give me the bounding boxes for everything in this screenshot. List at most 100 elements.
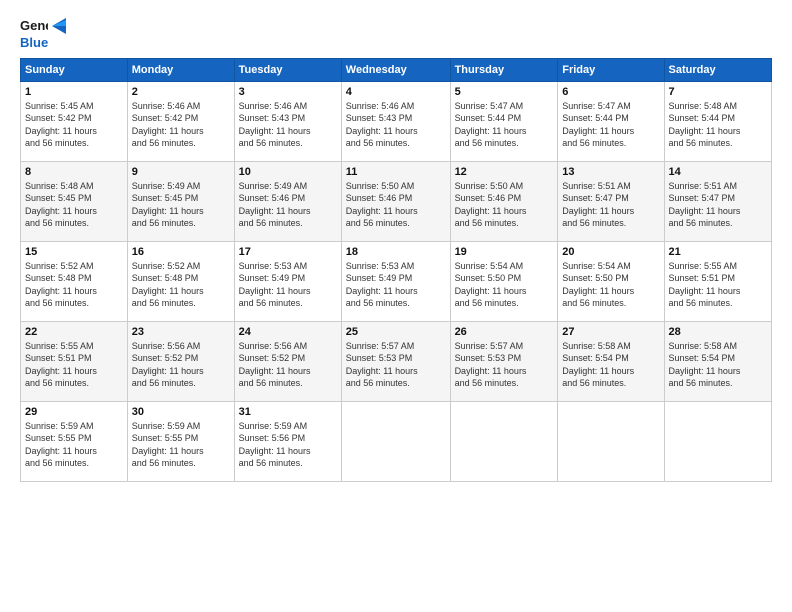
calendar-day-29: 29 Sunrise: 5:59 AM Sunset: 5:55 PM Dayli…: [21, 402, 128, 482]
calendar-day-3: 3Sunrise: 5:46 AM Sunset: 5:43 PM Daylig…: [234, 82, 341, 162]
logo-bird-icon: [50, 16, 66, 36]
empty-cell: [558, 402, 664, 482]
day-detail: Sunrise: 5:49 AM Sunset: 5:46 PM Dayligh…: [239, 180, 337, 229]
day-detail: Sunrise: 5:46 AM Sunset: 5:43 PM Dayligh…: [346, 100, 446, 149]
calendar-day-5: 5 Sunrise: 5:47 AM Sunset: 5:44 PM Daylig…: [450, 82, 558, 162]
calendar-day-16: 16Sunrise: 5:52 AM Sunset: 5:48 PM Dayli…: [127, 242, 234, 322]
day-detail: Sunrise: 5:53 AM Sunset: 5:49 PM Dayligh…: [239, 260, 337, 309]
day-detail: Sunrise: 5:49 AM Sunset: 5:45 PM Dayligh…: [132, 180, 230, 229]
logo: General Blue: [20, 16, 66, 50]
day-detail: Sunrise: 5:50 AM Sunset: 5:46 PM Dayligh…: [455, 180, 554, 229]
day-number: 27: [562, 326, 659, 338]
calendar-day-24: 24 Sunrise: 5:56 AM Sunset: 5:52 PM Dayli…: [234, 322, 341, 402]
day-detail: Sunrise: 5:47 AM Sunset: 5:44 PM Dayligh…: [455, 100, 554, 149]
calendar-day-14: 14 Sunrise: 5:51 AM Sunset: 5:47 PM Dayli…: [664, 162, 771, 242]
svg-text:General: General: [20, 18, 48, 33]
calendar-header-sunday: Sunday: [21, 59, 128, 82]
day-number: 10: [239, 166, 337, 178]
calendar-table: SundayMondayTuesdayWednesdayThursdayFrid…: [20, 58, 772, 482]
calendar-day-19: 19Sunrise: 5:54 AM Sunset: 5:50 PM Dayli…: [450, 242, 558, 322]
day-number: 6: [562, 86, 659, 98]
day-number: 2: [132, 86, 230, 98]
day-number: 3: [239, 86, 337, 98]
empty-cell: [664, 402, 771, 482]
calendar-day-13: 13 Sunrise: 5:51 AM Sunset: 5:47 PM Dayli…: [558, 162, 664, 242]
day-number: 20: [562, 246, 659, 258]
day-detail: Sunrise: 5:57 AM Sunset: 5:53 PM Dayligh…: [346, 340, 446, 389]
day-detail: Sunrise: 5:51 AM Sunset: 5:47 PM Dayligh…: [562, 180, 659, 229]
day-number: 13: [562, 166, 659, 178]
calendar-week-2: 8 Sunrise: 5:48 AM Sunset: 5:45 PM Daylig…: [21, 162, 772, 242]
calendar-week-4: 22 Sunrise: 5:55 AM Sunset: 5:51 PM Dayli…: [21, 322, 772, 402]
day-number: 23: [132, 326, 230, 338]
calendar-week-5: 29 Sunrise: 5:59 AM Sunset: 5:55 PM Dayli…: [21, 402, 772, 482]
empty-cell: [341, 402, 450, 482]
day-number: 29: [25, 406, 123, 418]
day-number: 21: [669, 246, 767, 258]
day-number: 15: [25, 246, 123, 258]
day-detail: Sunrise: 5:56 AM Sunset: 5:52 PM Dayligh…: [239, 340, 337, 389]
day-number: 31: [239, 406, 337, 418]
calendar-header-saturday: Saturday: [664, 59, 771, 82]
day-detail: Sunrise: 5:48 AM Sunset: 5:45 PM Dayligh…: [25, 180, 123, 229]
calendar-day-6: 6 Sunrise: 5:47 AM Sunset: 5:44 PM Daylig…: [558, 82, 664, 162]
calendar-day-10: 10 Sunrise: 5:49 AM Sunset: 5:46 PM Dayli…: [234, 162, 341, 242]
day-number: 14: [669, 166, 767, 178]
day-detail: Sunrise: 5:47 AM Sunset: 5:44 PM Dayligh…: [562, 100, 659, 149]
day-detail: Sunrise: 5:48 AM Sunset: 5:44 PM Dayligh…: [669, 100, 767, 149]
calendar-day-27: 27 Sunrise: 5:58 AM Sunset: 5:54 PM Dayli…: [558, 322, 664, 402]
day-detail: Sunrise: 5:51 AM Sunset: 5:47 PM Dayligh…: [669, 180, 767, 229]
calendar-header-friday: Friday: [558, 59, 664, 82]
calendar-day-31: 31 Sunrise: 5:59 AM Sunset: 5:56 PM Dayli…: [234, 402, 341, 482]
calendar-day-2: 2 Sunrise: 5:46 AM Sunset: 5:42 PM Daylig…: [127, 82, 234, 162]
day-number: 9: [132, 166, 230, 178]
calendar-week-1: 1 Sunrise: 5:45 AM Sunset: 5:42 PM Daylig…: [21, 82, 772, 162]
day-detail: Sunrise: 5:59 AM Sunset: 5:56 PM Dayligh…: [239, 420, 337, 469]
day-number: 22: [25, 326, 123, 338]
day-number: 8: [25, 166, 123, 178]
day-detail: Sunrise: 5:59 AM Sunset: 5:55 PM Dayligh…: [25, 420, 123, 469]
calendar-day-25: 25 Sunrise: 5:57 AM Sunset: 5:53 PM Dayli…: [341, 322, 450, 402]
calendar-week-3: 15Sunrise: 5:52 AM Sunset: 5:48 PM Dayli…: [21, 242, 772, 322]
header: General Blue: [20, 16, 772, 50]
calendar-day-1: 1 Sunrise: 5:45 AM Sunset: 5:42 PM Daylig…: [21, 82, 128, 162]
calendar-day-12: 12 Sunrise: 5:50 AM Sunset: 5:46 PM Dayli…: [450, 162, 558, 242]
day-number: 17: [239, 246, 337, 258]
calendar-day-28: 28Sunrise: 5:58 AM Sunset: 5:54 PM Dayli…: [664, 322, 771, 402]
day-number: 16: [132, 246, 230, 258]
day-number: 24: [239, 326, 337, 338]
calendar-day-8: 8 Sunrise: 5:48 AM Sunset: 5:45 PM Daylig…: [21, 162, 128, 242]
day-number: 19: [455, 246, 554, 258]
calendar-day-26: 26Sunrise: 5:57 AM Sunset: 5:53 PM Dayli…: [450, 322, 558, 402]
calendar-day-17: 17 Sunrise: 5:53 AM Sunset: 5:49 PM Dayli…: [234, 242, 341, 322]
day-detail: Sunrise: 5:58 AM Sunset: 5:54 PM Dayligh…: [669, 340, 767, 389]
day-detail: Sunrise: 5:56 AM Sunset: 5:52 PM Dayligh…: [132, 340, 230, 389]
calendar-day-7: 7 Sunrise: 5:48 AM Sunset: 5:44 PM Daylig…: [664, 82, 771, 162]
calendar-header-thursday: Thursday: [450, 59, 558, 82]
logo-blue-text: Blue: [20, 36, 66, 50]
day-detail: Sunrise: 5:54 AM Sunset: 5:50 PM Dayligh…: [562, 260, 659, 309]
day-detail: Sunrise: 5:58 AM Sunset: 5:54 PM Dayligh…: [562, 340, 659, 389]
calendar-header-monday: Monday: [127, 59, 234, 82]
calendar-day-9: 9 Sunrise: 5:49 AM Sunset: 5:45 PM Daylig…: [127, 162, 234, 242]
empty-cell: [450, 402, 558, 482]
day-detail: Sunrise: 5:55 AM Sunset: 5:51 PM Dayligh…: [669, 260, 767, 309]
day-number: 26: [455, 326, 554, 338]
calendar-day-22: 22 Sunrise: 5:55 AM Sunset: 5:51 PM Dayli…: [21, 322, 128, 402]
day-number: 5: [455, 86, 554, 98]
day-number: 7: [669, 86, 767, 98]
calendar-header-wednesday: Wednesday: [341, 59, 450, 82]
calendar-day-15: 15Sunrise: 5:52 AM Sunset: 5:48 PM Dayli…: [21, 242, 128, 322]
day-number: 25: [346, 326, 446, 338]
day-number: 11: [346, 166, 446, 178]
day-detail: Sunrise: 5:55 AM Sunset: 5:51 PM Dayligh…: [25, 340, 123, 389]
day-detail: Sunrise: 5:45 AM Sunset: 5:42 PM Dayligh…: [25, 100, 123, 149]
day-detail: Sunrise: 5:50 AM Sunset: 5:46 PM Dayligh…: [346, 180, 446, 229]
day-number: 18: [346, 246, 446, 258]
day-detail: Sunrise: 5:59 AM Sunset: 5:55 PM Dayligh…: [132, 420, 230, 469]
day-number: 4: [346, 86, 446, 98]
day-number: 12: [455, 166, 554, 178]
day-number: 1: [25, 86, 123, 98]
calendar-day-30: 30Sunrise: 5:59 AM Sunset: 5:55 PM Dayli…: [127, 402, 234, 482]
day-detail: Sunrise: 5:46 AM Sunset: 5:42 PM Dayligh…: [132, 100, 230, 149]
